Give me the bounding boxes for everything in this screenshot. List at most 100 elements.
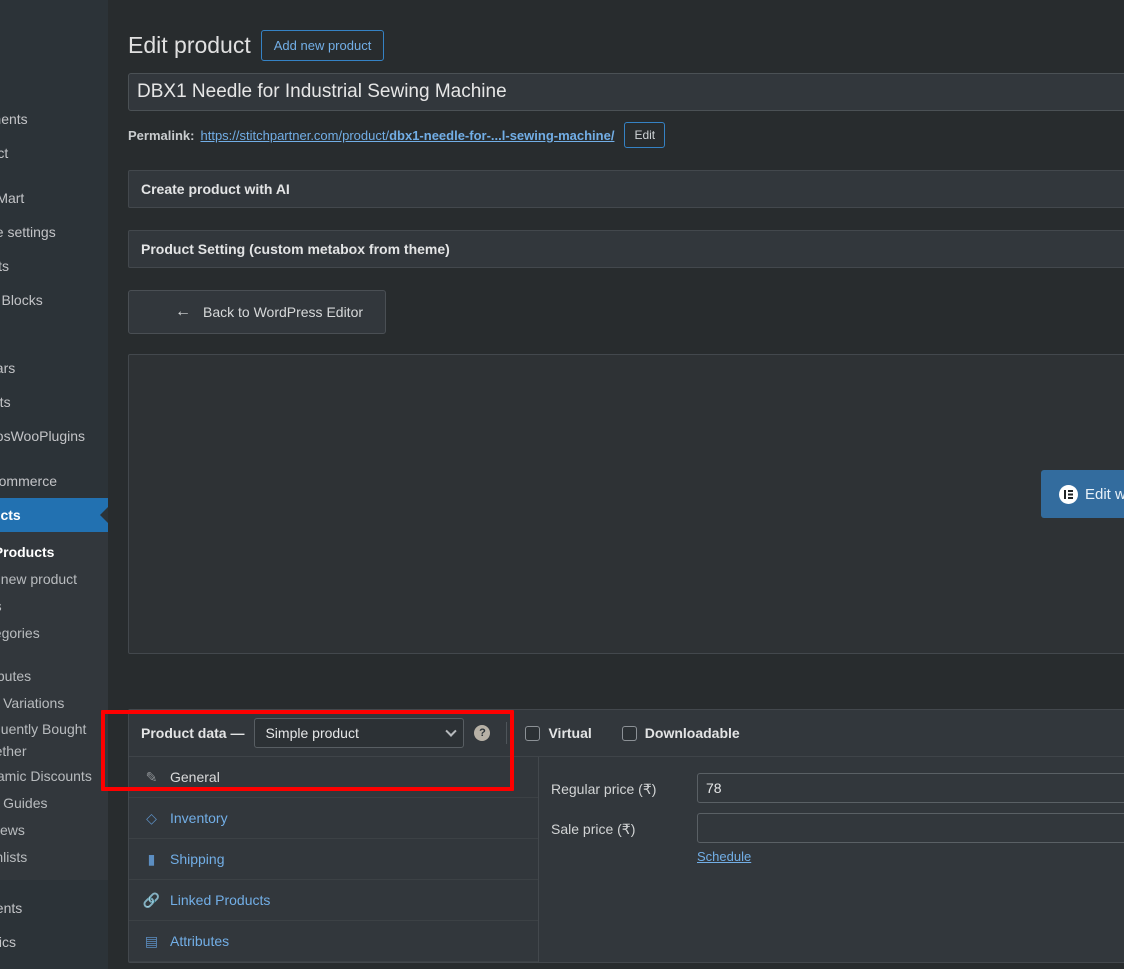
sale-price-label: Sale price (₹) [551,821,636,837]
submenu-item-reviews[interactable]: Reviews [0,817,108,844]
sidebar-item-analytics[interactable]: Analytics [0,925,108,959]
downloadable-checkbox[interactable]: Downloadable [621,725,740,741]
submenu-item-attributes[interactable]: Attributes [0,663,108,690]
submenu-item-all-products[interactable]: All Products [0,539,108,566]
regular-price-label: Regular price (₹) [551,781,657,797]
sidebar-item-contact[interactable]: Contact [0,136,108,170]
arrow-left-icon: ← [175,303,191,320]
metabox-create-product-with-ai[interactable]: Create product with AI [128,170,1124,208]
sidebar-item-sidebars[interactable]: Sidebars [0,351,108,385]
submenu-item-label: Tags [0,598,2,614]
metabox-header[interactable]: Product Setting (custom metabox from the… [129,231,1124,267]
virtual-checkbox[interactable]: Virtual [525,725,592,741]
back-to-wordpress-editor-button[interactable]: ← Back to WordPress Editor [128,290,387,334]
submenu-item-bulk-variations[interactable]: Bulk Variations [0,690,108,717]
tab-shipping[interactable]: ▮ Shipping [129,839,538,880]
product-data-title: Product data — [141,725,245,741]
permalink-slug: dbx1-needle-for-...l-sewing-machine/ [389,127,615,143]
admin-sidebar: Posts Media Pages Comments Contact WoodM… [0,0,108,969]
sidebar-item-pages[interactable]: Pages [0,68,108,102]
regular-price-input[interactable] [697,773,1124,803]
sidebar-item-label: Contact [0,145,9,161]
link-icon: 🔗 [142,892,161,908]
help-icon[interactable]: ? [474,725,491,741]
submenu-item-size-guides[interactable]: Size Guides [0,790,108,817]
tab-inventory[interactable]: ◇ Inventory [129,798,538,839]
submenu-item-label: Reviews [0,822,25,838]
submenu-item-wishlists[interactable]: Wishlists [0,844,108,871]
submenu-item-label: Dynamic Discounts [0,768,92,784]
sidebar-item-products[interactable]: Products [0,498,108,532]
sidebar-item-woocommerce[interactable]: WooCommerce [0,464,108,498]
edit-with-elementor-button[interactable]: Edit with Elementor [1041,470,1124,518]
sidebar-item-label: Theme settings [0,224,56,240]
elementor-logo-icon [1059,484,1078,504]
sidebar-submenu-products: All Products Add new product Tags Catego… [0,532,108,880]
sidebar-item-payments[interactable]: Payments [0,891,108,925]
checkbox-box[interactable] [525,725,541,741]
sidebar-item-label: WooCommerce [0,473,57,489]
submenu-item-label: Bulk Variations [0,695,65,711]
product-type-select-wrapper: Simple product Grouped product External/… [254,718,465,748]
sidebar-item-woodmart[interactable]: WoodMart [0,181,108,215]
tag-icon: ◇ [146,810,157,826]
tab-label: General [170,769,220,785]
sale-price-input[interactable] [697,813,1124,843]
submenu-item-categories[interactable]: Categories [0,620,108,647]
permalink-link[interactable]: https://stitchpartner.com/product/dbx1-n… [200,128,614,143]
current-menu-arrow-icon [100,507,108,523]
product-data-header: Product data — Simple product Grouped pr… [129,710,1124,757]
edit-permalink-button[interactable]: Edit [624,122,666,148]
tab-general[interactable]: ✎ General [129,757,538,798]
submenu-item-label: Categories [0,625,40,641]
regular-price-row: Regular price (₹) [539,773,1124,813]
sidebar-item-xtemos-woo-plugins[interactable]: XTemosWooPlugins [0,419,108,453]
tab-label: Shipping [170,851,225,867]
sidebar-item-label: Products [0,507,21,523]
add-new-product-button[interactable]: Add new product [260,30,385,61]
submenu-item-dynamic-discounts[interactable]: Dynamic Discounts [0,763,108,790]
admin-screen: Posts Media Pages Comments Contact WoodM… [0,0,1124,969]
truck-icon: ▮ [147,851,156,867]
submenu-item-tags[interactable]: Tags [0,593,108,620]
product-title-input[interactable] [128,73,1124,111]
tab-attributes[interactable]: ▤ Attributes [129,921,538,962]
submenu-item-label: Wishlists [0,849,28,865]
general-panel: Regular price (₹) Sale price (₹) Schedul… [539,757,1124,962]
sidebar-item-label: Comments [0,111,28,127]
sidebar-item-projects[interactable]: Projects [0,385,108,419]
product-data-tabs: ✎ General ◇ Inventory ▮ Shipping 🔗 Linke… [129,757,539,962]
virtual-label: Virtual [548,725,592,741]
permalink-label: Permalink: [128,127,195,143]
submenu-item-add-new-product[interactable]: Add new product [0,566,108,593]
tab-linked-products[interactable]: 🔗 Linked Products [129,880,538,921]
sidebar-item-slides[interactable]: Slides [0,317,108,351]
metabox-title: Product Setting (custom metabox from the… [141,241,450,257]
tab-label: Attributes [170,933,230,949]
submenu-item-label: Attributes [0,668,32,684]
sidebar-item-label: Projects [0,394,11,410]
page-header: Edit product Add new product [108,0,1124,61]
sidebar-item-posts[interactable]: Posts [0,0,108,34]
metabox-product-setting[interactable]: Product Setting (custom metabox from the… [128,230,1124,268]
metabox-header[interactable]: Create product with AI [129,171,1124,207]
sale-price-row: Sale price (₹) Schedule [539,813,1124,876]
schedule-link[interactable]: Schedule [697,849,751,864]
permalink-base: https://stitchpartner.com/product/ [200,127,390,143]
sidebar-item-label: Analytics [0,934,17,950]
sidebar-item-label: Layouts [0,258,10,274]
elementor-button-label: Edit with Elementor [1085,485,1124,503]
product-data-metabox: Product data — Simple product Grouped pr… [128,709,1124,963]
sidebar-item-media[interactable]: Media [0,34,108,68]
page-title: Edit product [128,31,251,58]
editor-canvas[interactable]: Edit with Elementor [128,354,1124,654]
sidebar-item-html-blocks[interactable]: HTML Blocks [0,283,108,317]
submenu-item-frequently-bought-together[interactable]: Frequently Bought Together [0,717,88,763]
sidebar-item-theme-settings[interactable]: Theme settings [0,215,108,249]
sidebar-item-comments[interactable]: Comments [0,102,108,136]
sidebar-item-label: WoodMart [0,190,25,206]
product-type-select[interactable]: Simple product Grouped product External/… [254,718,465,748]
checkbox-box[interactable] [621,725,637,741]
sidebar-item-layouts[interactable]: Layouts [0,249,108,283]
downloadable-label: Downloadable [644,725,740,741]
